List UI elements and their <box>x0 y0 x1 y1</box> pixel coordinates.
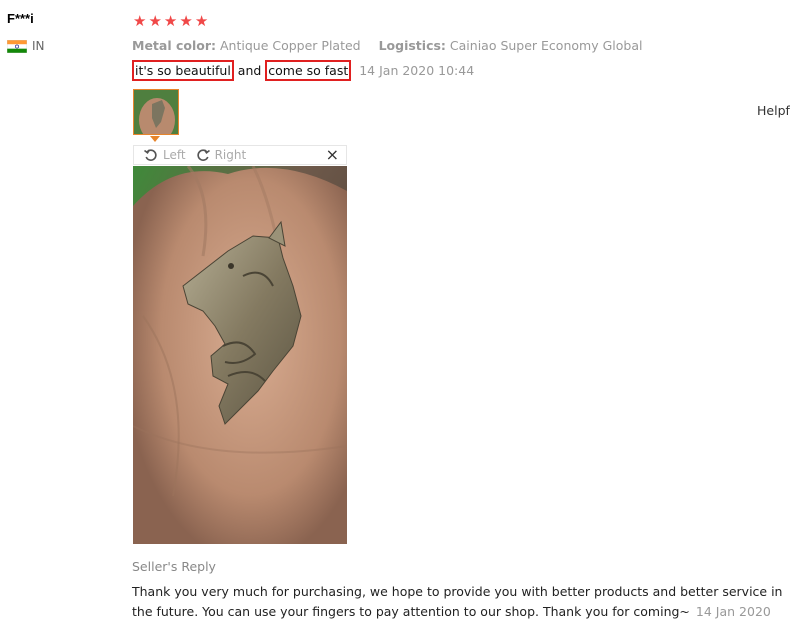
logistics-label: Logistics: <box>378 38 446 53</box>
metal-color-label: Metal color: <box>132 38 216 53</box>
rotate-left-label: Left <box>163 148 186 162</box>
reviewer-name: F***i <box>7 11 34 26</box>
highlighted-phrase: it's so beautiful <box>132 60 234 81</box>
seller-reply-text: Thank you very much for purchasing, we h… <box>132 582 787 625</box>
review-date: 14 Jan 2020 10:44 <box>359 63 475 78</box>
seller-reply-body: Thank you very much for purchasing, we h… <box>132 584 783 619</box>
review-item: F***i IN ★ ★ ★ ★ ★ Metal color: Antique … <box>0 0 790 625</box>
rotate-left-button[interactable]: Left <box>144 148 186 162</box>
wolf-brooch-photo <box>133 166 347 544</box>
metal-color-value: Antique Copper Plated <box>219 38 361 53</box>
reviewer-country: IN <box>7 39 45 53</box>
image-viewer-toolbar: Left Right × <box>133 145 347 165</box>
review-photo-thumbnail[interactable] <box>133 89 179 135</box>
rotate-right-icon <box>196 149 210 161</box>
product-attributes: Metal color: Antique Copper Plated Logis… <box>132 38 642 53</box>
star-icon: ★ <box>163 12 178 30</box>
thumbnail-pointer <box>150 136 160 142</box>
star-rating: ★ ★ ★ ★ ★ <box>133 13 210 29</box>
review-text-connector: and <box>233 63 266 78</box>
rotate-right-label: Right <box>214 148 247 162</box>
star-icon: ★ <box>148 12 162 30</box>
india-flag-icon <box>7 39 27 53</box>
logistics-value: Cainiao Super Economy Global <box>449 38 643 53</box>
star-icon: ★ <box>194 12 209 30</box>
country-code: IN <box>32 39 45 53</box>
star-icon: ★ <box>179 12 193 30</box>
rotate-right-button[interactable]: Right <box>196 148 247 162</box>
star-icon: ★ <box>133 12 147 30</box>
rotate-left-icon <box>144 149 157 161</box>
seller-reply-title: Seller's Reply <box>132 559 216 574</box>
helpful-button[interactable]: Helpf <box>757 103 790 118</box>
highlighted-phrase: come so fast <box>265 60 352 81</box>
review-photo-large <box>133 166 347 544</box>
close-viewer-button[interactable]: × <box>326 146 339 164</box>
review-text: it's so beautiful and come so fast 14 Ja… <box>132 60 475 81</box>
